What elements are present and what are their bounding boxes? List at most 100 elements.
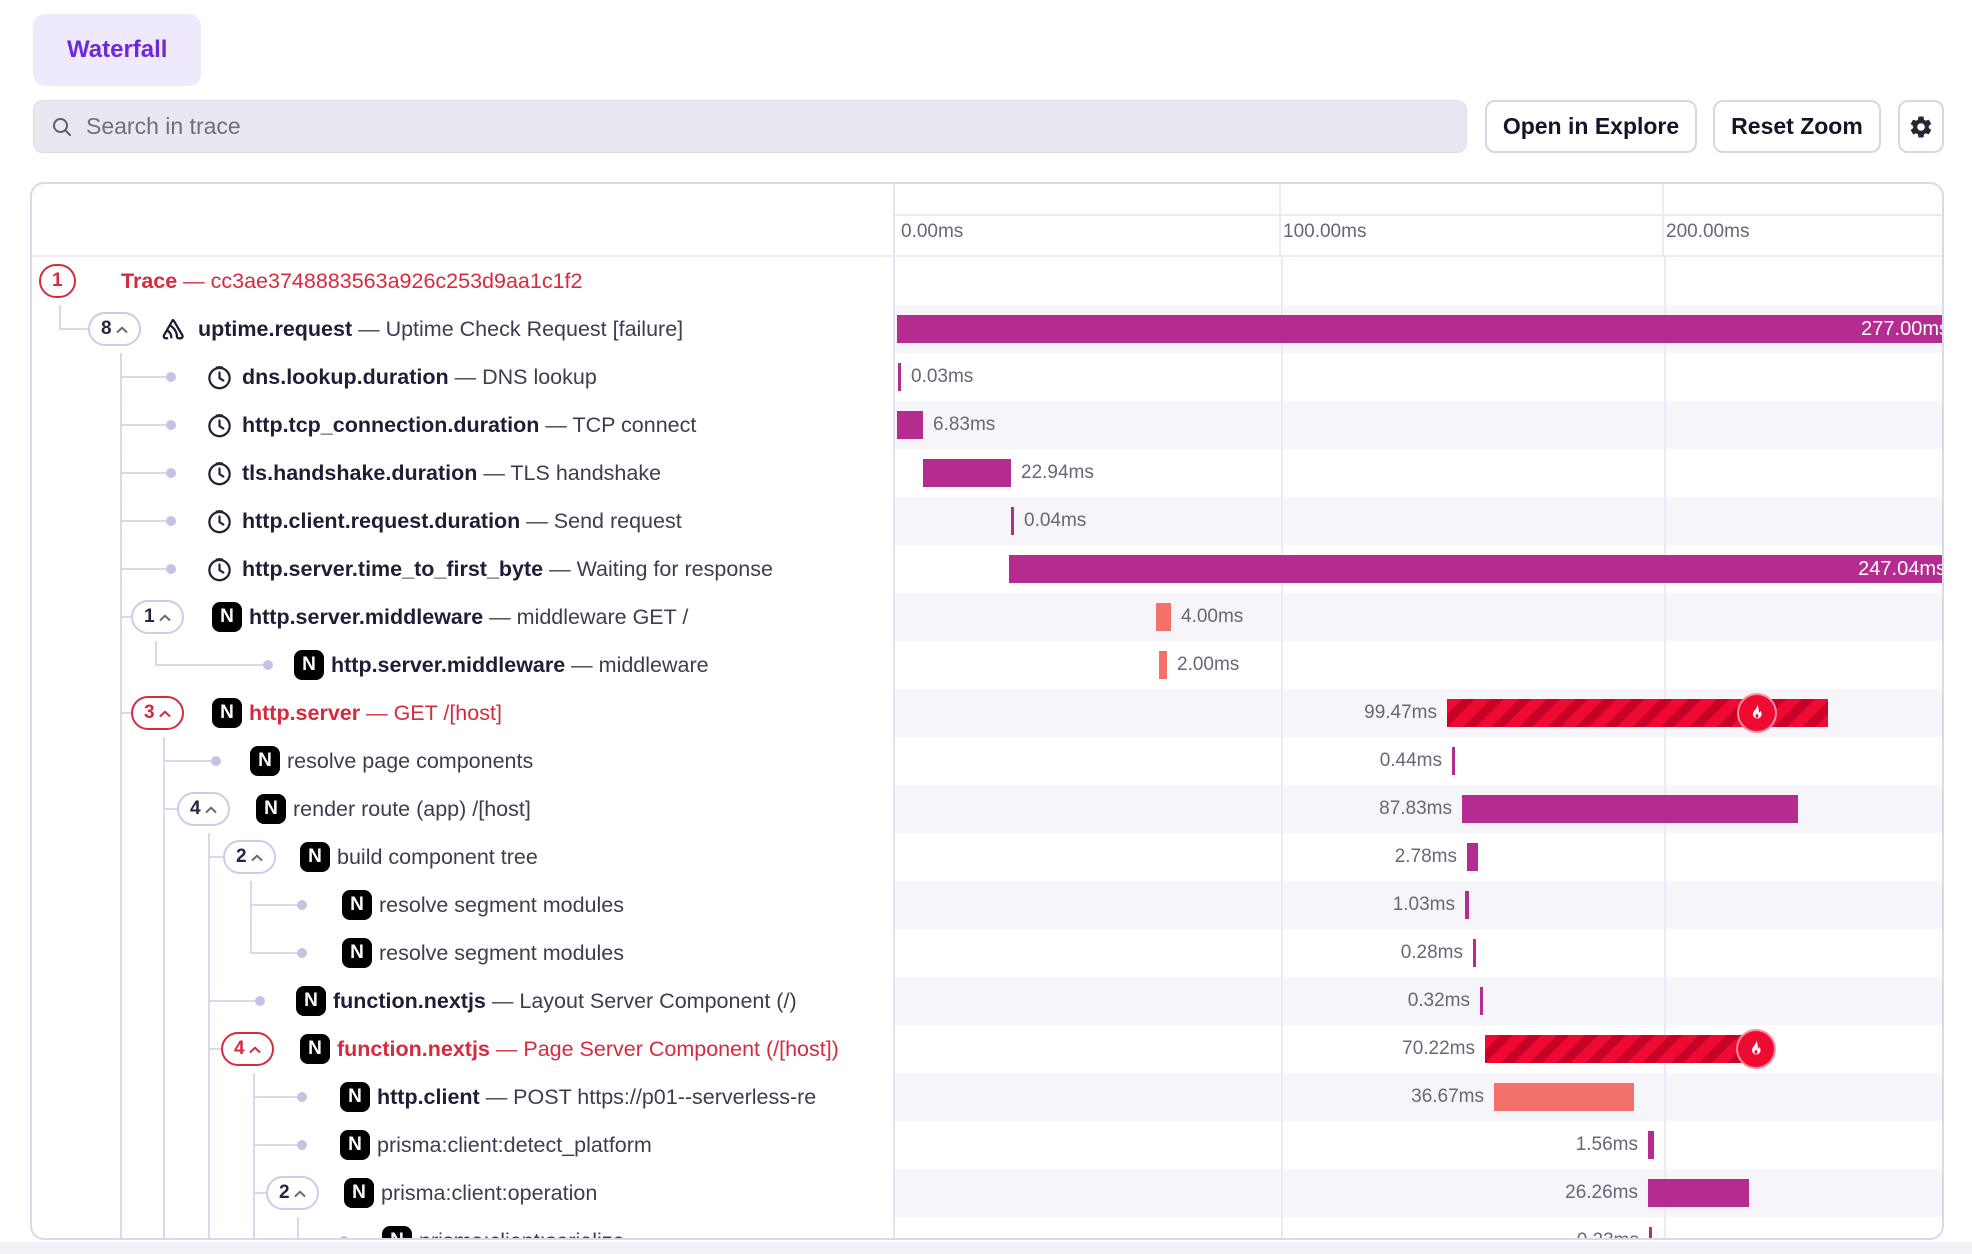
- tab-waterfall[interactable]: Waterfall: [33, 14, 201, 86]
- duration-bar[interactable]: [1480, 987, 1483, 1015]
- duration-label: 36.67ms: [1411, 1073, 1484, 1121]
- span-row[interactable]: Nresolve segment modules1.03ms: [32, 881, 1942, 929]
- timeline-ruler[interactable]: 0.00ms100.00ms200.00ms: [895, 184, 1942, 255]
- span-timeline-cell: 0.44ms: [895, 737, 1942, 785]
- span-row[interactable]: Nprisma:client:detect_platform1.56ms: [32, 1121, 1942, 1169]
- span-tree-cell: Nresolve page components: [32, 737, 895, 785]
- duration-bar[interactable]: [1648, 1131, 1654, 1159]
- span-op-name: http.client.request.duration: [242, 509, 520, 533]
- child-count-pill[interactable]: 8: [88, 312, 141, 346]
- grid-line: [1281, 257, 1283, 1240]
- span-timeline-cell: 0.28ms: [895, 929, 1942, 977]
- span-row[interactable]: Nresolve page components 0.44ms: [32, 737, 1942, 785]
- span-row[interactable]: Nhttp.client — POST https://p01--serverl…: [32, 1073, 1942, 1121]
- duration-bar[interactable]: [923, 459, 1011, 487]
- span-row[interactable]: http.server.time_to_first_byte — Waiting…: [32, 545, 1942, 593]
- duration-bar[interactable]: [1011, 507, 1014, 535]
- span-timeline-cell: 0.32ms: [895, 977, 1942, 1025]
- span-tree-cell: http.client.request.duration — Send requ…: [32, 497, 895, 545]
- span-op-name: prisma:client:operation: [381, 1181, 597, 1205]
- span-row[interactable]: http.tcp_connection.duration — TCP conne…: [32, 401, 1942, 449]
- span-row[interactable]: dns.lookup.duration — DNS lookup0.03ms: [32, 353, 1942, 401]
- duration-bar[interactable]: [898, 363, 901, 391]
- duration-bar[interactable]: [1452, 747, 1455, 775]
- duration-label: 0.44ms: [1380, 737, 1442, 785]
- clock-icon: [205, 411, 233, 439]
- duration-bar[interactable]: [1156, 603, 1171, 631]
- duration-bar[interactable]: [1465, 891, 1469, 919]
- duration-bar[interactable]: [1485, 1035, 1754, 1063]
- duration-bar[interactable]: [1462, 795, 1798, 823]
- chevron-up-icon: [159, 614, 171, 622]
- tree-connector-stub: [208, 856, 223, 858]
- tree-connector-line: [208, 1121, 210, 1169]
- duration-bar[interactable]: 277.00ms: [897, 315, 1942, 343]
- child-count-pill[interactable]: 1: [39, 264, 76, 298]
- span-row[interactable]: Nprisma:client:serialize0.23ms: [32, 1217, 1942, 1240]
- span-tree-cell: 2Nprisma:client:operation: [32, 1169, 895, 1217]
- duration-bar[interactable]: [1649, 1227, 1652, 1240]
- span-row[interactable]: 1Nhttp.server.middleware — middleware GE…: [32, 593, 1942, 641]
- duration-bar[interactable]: [897, 411, 923, 439]
- duration-bar[interactable]: [1494, 1083, 1634, 1111]
- span-title: uptime.request — Uptime Check Request [f…: [198, 305, 683, 353]
- tree-connector-line: [163, 977, 165, 1025]
- tree-connector-stub: [120, 712, 131, 714]
- child-count-pill[interactable]: 1: [131, 600, 184, 634]
- tree-connector-line: [163, 1217, 165, 1240]
- span-op-name: http.client: [377, 1085, 480, 1109]
- search-placeholder: Search in trace: [86, 113, 241, 140]
- child-count-pill[interactable]: 3: [131, 696, 184, 730]
- chevron-up-icon: [251, 854, 263, 862]
- span-tree-cell: tls.handshake.duration — TLS handshake: [32, 449, 895, 497]
- span-tree-cell: 4Nfunction.nextjs — Page Server Componen…: [32, 1025, 895, 1073]
- tree-connector-line: [253, 1217, 255, 1240]
- duration-bar[interactable]: [1467, 843, 1478, 871]
- error-fire-icon[interactable]: [1736, 1029, 1776, 1069]
- span-row[interactable]: Nresolve segment modules0.28ms: [32, 929, 1942, 977]
- span-row[interactable]: tls.handshake.duration — TLS handshake22…: [32, 449, 1942, 497]
- span-op-name: uptime.request: [198, 317, 352, 341]
- span-title: resolve segment modules: [379, 929, 624, 977]
- span-row[interactable]: 1Trace — cc3ae3748883563a926c253d9aa1c1f…: [32, 257, 1942, 305]
- settings-button[interactable]: [1898, 100, 1944, 153]
- child-count-pill[interactable]: 4: [221, 1032, 274, 1066]
- child-count-pill[interactable]: 2: [266, 1176, 319, 1210]
- span-row[interactable]: 8 uptime.request — Uptime Check Request […: [32, 305, 1942, 353]
- span-row[interactable]: 4Nfunction.nextjs — Page Server Componen…: [32, 1025, 1942, 1073]
- duration-bar[interactable]: [1159, 651, 1167, 679]
- duration-bar[interactable]: [1648, 1179, 1749, 1207]
- search-input[interactable]: Search in trace: [33, 100, 1467, 153]
- span-tree-cell: 1Trace — cc3ae3748883563a926c253d9aa1c1f…: [32, 257, 895, 305]
- span-row[interactable]: 4Nrender route (app) /[host]87.83ms: [32, 785, 1942, 833]
- span-row[interactable]: 3Nhttp.server — GET /[host]99.47ms: [32, 689, 1942, 737]
- span-timeline-cell: [895, 257, 1942, 305]
- grid-line: [1664, 257, 1666, 1240]
- tree-connector-line: [163, 929, 165, 977]
- tree-connector-stub: [163, 760, 215, 762]
- separator: —: [483, 605, 516, 629]
- tree-connector-line: [120, 785, 122, 833]
- span-tree-cell: 3Nhttp.server — GET /[host]: [32, 689, 895, 737]
- span-row[interactable]: http.client.request.duration — Send requ…: [32, 497, 1942, 545]
- span-row[interactable]: 2Nprisma:client:operation26.26ms: [32, 1169, 1942, 1217]
- span-row[interactable]: Nfunction.nextjs — Layout Server Compone…: [32, 977, 1942, 1025]
- span-row[interactable]: 2Nbuild component tree2.78ms: [32, 833, 1942, 881]
- tree-connector-line: [163, 1121, 165, 1169]
- span-op-name: http.server.middleware: [249, 605, 483, 629]
- duration-bar[interactable]: 247.04ms: [1009, 555, 1942, 583]
- span-row[interactable]: Nhttp.server.middleware — middleware2.00…: [32, 641, 1942, 689]
- child-count-pill[interactable]: 4: [177, 792, 230, 826]
- span-description: DNS lookup: [482, 365, 597, 389]
- child-count-pill[interactable]: 2: [223, 840, 276, 874]
- duration-bar[interactable]: [1473, 939, 1476, 967]
- ruler-divider: [895, 214, 1942, 216]
- error-fire-icon[interactable]: [1737, 693, 1777, 733]
- clock-icon: [205, 363, 233, 391]
- reset-zoom-button[interactable]: Reset Zoom: [1713, 100, 1881, 153]
- timeline-tick-label: 0.00ms: [901, 221, 963, 243]
- clock-icon: [205, 555, 233, 583]
- span-description: middleware: [599, 653, 709, 677]
- open-in-explore-button[interactable]: Open in Explore: [1485, 100, 1697, 153]
- tree-connector-line: [163, 833, 165, 881]
